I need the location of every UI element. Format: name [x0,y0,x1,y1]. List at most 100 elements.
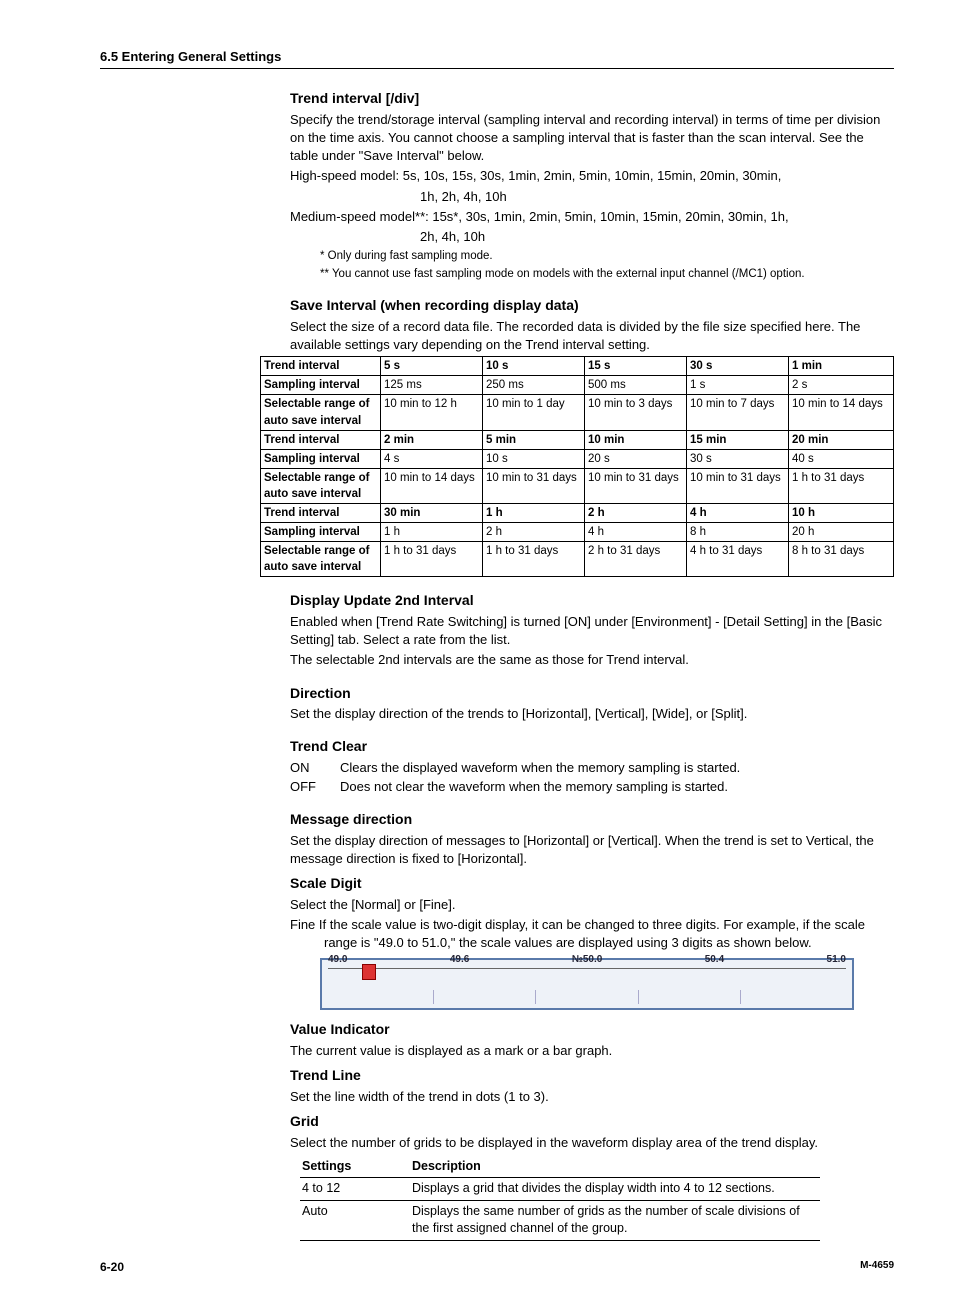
cell: 10 min [585,430,687,449]
cell: 8 h to 31 days [789,542,894,577]
text: Specify the trend/storage interval (samp… [290,111,894,166]
cell: 1 h [381,523,483,542]
footnote: * Only during fast sampling mode. [320,248,894,264]
cell: 10 min to 14 days [381,468,483,503]
cell: 10 s [483,357,585,376]
grid-settings-table: Settings Description 4 to 12 Displays a … [300,1156,820,1241]
doc-number: M-4659 [860,1259,894,1276]
cell: 10 min to 14 days [789,395,894,430]
scale-tick-label: 49.0 [328,953,347,971]
cell: 10 min to 3 days [585,395,687,430]
cell: 20 min [789,430,894,449]
cell: 125 ms [381,376,483,395]
cell: 10 min to 12 h [381,395,483,430]
cell: 2 h to 31 days [585,542,687,577]
text: Medium-speed model**: 15s*, 30s, 1min, 2… [290,208,894,226]
cell: Selectable range of auto save interval [261,542,381,577]
cell: 250 ms [483,376,585,395]
col-header: Description [410,1156,820,1178]
text: High-speed model: 5s, 10s, 15s, 30s, 1mi… [290,167,894,185]
page-footer: 6-20 M-4659 [100,1259,894,1276]
scale-tick-label: 49.6 [450,953,469,971]
cell: 4 h [585,523,687,542]
col-header: Settings [300,1156,410,1178]
cell: Displays a grid that divides the display… [410,1178,820,1201]
cell: 10 min to 7 days [687,395,789,430]
text: Does not clear the waveform when the mem… [340,778,894,796]
text: 2h, 4h, 10h [420,228,894,246]
cell: 10 min to 31 days [483,468,585,503]
cell: Selectable range of auto save interval [261,468,381,503]
text: Clears the displayed waveform when the m… [340,759,894,777]
footnote: ** You cannot use fast sampling mode on … [320,266,894,282]
cell: Sampling interval [261,523,381,542]
cell: 8 h [687,523,789,542]
cell: Sampling interval [261,376,381,395]
cell: 1 s [687,376,789,395]
cell: 1 h to 31 days [483,542,585,577]
cell: 4 h [687,504,789,523]
cell: 1 h [483,504,585,523]
cell: 10 h [789,504,894,523]
heading-direction: Direction [290,684,894,704]
cell: 30 s [687,357,789,376]
cell: 15 min [687,430,789,449]
heading-trend-interval: Trend interval [/div] [290,89,894,109]
section-header: 6.5 Entering General Settings [100,48,894,69]
cell: 10 min to 1 day [483,395,585,430]
cell: 20 h [789,523,894,542]
page-number: 6-20 [100,1259,124,1276]
cell: 10 min to 31 days [687,468,789,503]
page-content: Trend interval [/div] Specify the trend/… [290,89,894,1241]
text: Select the [Normal] or [Fine]. [290,896,894,914]
text: 1h, 2h, 4h, 10h [420,188,894,206]
scale-tick-label: №50.0 [572,953,603,971]
cell: Sampling interval [261,449,381,468]
text: Set the display direction of messages to… [290,832,894,868]
label: ON [290,759,340,777]
cell: 4 to 12 [300,1178,410,1201]
text: Select the number of grids to be display… [290,1134,894,1152]
text: The current value is displayed as a mark… [290,1042,894,1060]
label: OFF [290,778,340,796]
cell: 30 s [687,449,789,468]
cell: 4 s [381,449,483,468]
scale-example-figure: 49.049.6№50.050.451.0 [320,958,854,1010]
cell: 5 s [381,357,483,376]
heading-trend-line: Trend Line [290,1066,894,1086]
cell: Auto [300,1200,410,1240]
cell: Displays the same number of grids as the… [410,1200,820,1240]
cell: 10 min to 31 days [585,468,687,503]
text: Select the size of a record data file. T… [290,318,894,354]
cell: 1 h to 31 days [789,468,894,503]
cell: 2 s [789,376,894,395]
save-interval-table: Trend interval5 s10 s15 s30 s1 minSampli… [260,356,894,577]
cell: 2 h [585,504,687,523]
cell: Trend interval [261,504,381,523]
heading-save-interval: Save Interval (when recording display da… [290,296,894,316]
heading-grid: Grid [290,1112,894,1132]
cell: 20 s [585,449,687,468]
cell: 500 ms [585,376,687,395]
text: Set the line width of the trend in dots … [290,1088,894,1106]
cell: 4 h to 31 days [687,542,789,577]
text: The selectable 2nd intervals are the sam… [290,651,894,669]
trend-clear-off: OFF Does not clear the waveform when the… [290,778,894,796]
cell: 15 s [585,357,687,376]
cell: 10 s [483,449,585,468]
cell: 1 h to 31 days [381,542,483,577]
cell: 2 min [381,430,483,449]
cell: 5 min [483,430,585,449]
heading-scale-digit: Scale Digit [290,874,894,894]
text: Set the display direction of the trends … [290,705,894,723]
cell: Trend interval [261,357,381,376]
cell: Selectable range of auto save interval [261,395,381,430]
cell: 30 min [381,504,483,523]
cell: 40 s [789,449,894,468]
heading-value-indicator: Value Indicator [290,1020,894,1040]
scale-tick-label: 50.4 [705,953,724,971]
scale-tick-label: 51.0 [827,953,846,971]
cell: 1 min [789,357,894,376]
text: Fine If the scale value is two-digit dis… [290,916,894,952]
cell: 2 h [483,523,585,542]
